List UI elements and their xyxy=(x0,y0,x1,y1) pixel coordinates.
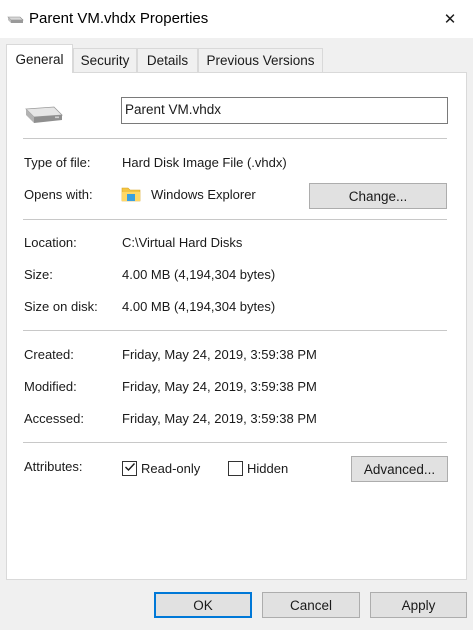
tab-security[interactable]: Security xyxy=(73,48,137,72)
change-button[interactable]: Change... xyxy=(309,183,447,209)
apply-button[interactable]: Apply xyxy=(370,592,467,618)
window-title: Parent VM.vhdx Properties xyxy=(29,10,209,27)
separator xyxy=(23,330,447,331)
created-value: Friday, May 24, 2019, 3:59:38 PM xyxy=(122,347,317,362)
hard-disk-icon xyxy=(24,103,64,128)
attributes-label: Attributes: xyxy=(24,459,83,474)
cancel-button-label: Cancel xyxy=(289,597,333,613)
type-of-file-label: Type of file: xyxy=(24,155,91,170)
advanced-button[interactable]: Advanced... xyxy=(351,456,448,482)
ok-button-label: OK xyxy=(193,597,213,613)
type-of-file-value: Hard Disk Image File (.vhdx) xyxy=(122,155,287,170)
cancel-button[interactable]: Cancel xyxy=(262,592,360,618)
drive-icon xyxy=(6,13,24,28)
ok-button[interactable]: OK xyxy=(154,592,252,618)
readonly-checkbox[interactable] xyxy=(122,461,137,476)
tab-security-label: Security xyxy=(80,53,130,68)
location-label: Location: xyxy=(24,235,77,250)
modified-label: Modified: xyxy=(24,379,77,394)
size-on-disk-label: Size on disk: xyxy=(24,299,98,314)
size-label: Size: xyxy=(24,267,53,282)
separator xyxy=(23,138,447,139)
apply-button-label: Apply xyxy=(401,597,436,613)
general-panel: Parent VM.vhdx Type of file: Hard Disk I… xyxy=(6,72,467,580)
filename-value: Parent VM.vhdx xyxy=(125,102,222,117)
location-value: C:\Virtual Hard Disks xyxy=(122,235,243,250)
hidden-label[interactable]: Hidden xyxy=(247,461,288,476)
tab-general[interactable]: General xyxy=(6,44,73,73)
checkmark-icon xyxy=(124,461,136,476)
tab-previous-versions[interactable]: Previous Versions xyxy=(198,48,323,72)
size-value: 4.00 MB (4,194,304 bytes) xyxy=(122,267,276,282)
tab-general-label: General xyxy=(15,51,64,67)
tab-details[interactable]: Details xyxy=(137,48,198,72)
advanced-button-label: Advanced... xyxy=(363,461,436,477)
tab-previous-versions-label: Previous Versions xyxy=(206,53,315,68)
modified-value: Friday, May 24, 2019, 3:59:38 PM xyxy=(122,379,317,394)
hidden-checkbox[interactable] xyxy=(228,461,243,476)
separator xyxy=(23,442,447,443)
accessed-value: Friday, May 24, 2019, 3:59:38 PM xyxy=(122,411,317,426)
close-icon: ✕ xyxy=(443,11,457,28)
opens-with-label: Opens with: xyxy=(24,187,93,202)
title-bar[interactable]: Parent VM.vhdx Properties ✕ xyxy=(0,0,473,38)
separator xyxy=(23,219,447,220)
folder-icon xyxy=(121,185,141,206)
tab-details-label: Details xyxy=(146,53,189,68)
filename-input[interactable]: Parent VM.vhdx xyxy=(121,97,448,124)
change-button-label: Change... xyxy=(348,188,408,204)
created-label: Created: xyxy=(24,347,74,362)
close-button[interactable]: ✕ xyxy=(427,0,473,38)
readonly-label[interactable]: Read-only xyxy=(141,461,200,476)
tab-strip: General Security Details Previous Versio… xyxy=(0,40,473,73)
size-on-disk-value: 4.00 MB (4,194,304 bytes) xyxy=(122,299,276,314)
opens-with-value: Windows Explorer xyxy=(151,187,256,202)
accessed-label: Accessed: xyxy=(24,411,84,426)
